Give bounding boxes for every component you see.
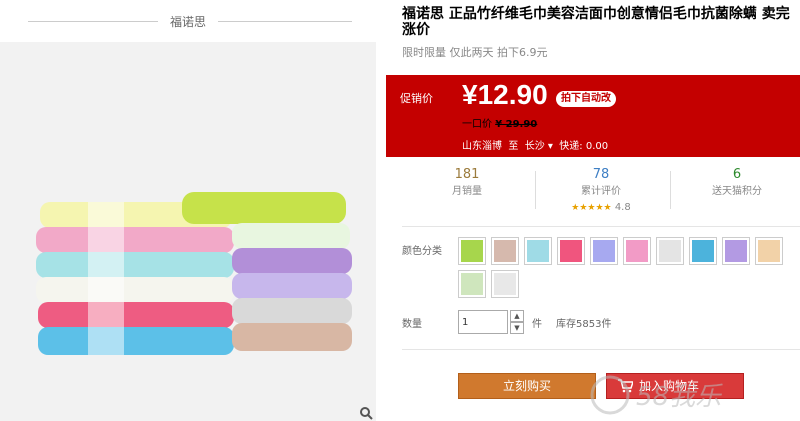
original-price: 一口价 ¥ 29.90 (462, 115, 537, 130)
swatch-color (527, 240, 549, 262)
star-icons: ★★★★★ (571, 203, 612, 213)
swatch-color (593, 240, 615, 262)
rating-value: 4.8 (614, 202, 631, 213)
swatch-color (725, 240, 747, 262)
divider (402, 226, 800, 227)
product-title: 福诺思 正品竹纤维毛巾美容洁面巾创意情侣毛巾抗菌除螨 卖完涨价 (402, 6, 790, 38)
color-swatch[interactable] (722, 237, 750, 265)
color-swatch[interactable] (491, 237, 519, 265)
original-price-label: 一口价 (462, 119, 492, 130)
swatch-color (626, 240, 648, 262)
product-photo[interactable] (0, 42, 376, 421)
stat-monthly-sales: 181 月销量 (402, 167, 532, 199)
ship-from: 山东淄博 (462, 141, 502, 152)
swatch-color (461, 240, 483, 262)
points-label: 送天猫积分 (712, 186, 762, 197)
color-swatch[interactable] (491, 270, 519, 298)
quantity-label: 数量 (402, 319, 422, 330)
promo-price-label: 促销价 (400, 92, 433, 105)
divider (28, 21, 158, 22)
divider (218, 21, 352, 22)
color-swatch[interactable] (458, 237, 486, 265)
reviews-label: 累计评价 (581, 186, 621, 197)
color-swatch[interactable] (590, 237, 618, 265)
swatch-color (560, 240, 582, 262)
color-swatch[interactable] (656, 237, 684, 265)
quantity-input[interactable] (458, 310, 508, 334)
color-swatch[interactable] (524, 237, 552, 265)
quantity-unit: 件 (532, 319, 542, 330)
zoom-icon[interactable] (359, 406, 373, 420)
quantity-increment-button[interactable]: ▲ (510, 310, 524, 322)
divider (402, 349, 800, 350)
stat-reviews[interactable]: 78 累计评价 ★★★★★ 4.8 (536, 167, 666, 215)
product-info-panel: 福诺思 正品竹纤维毛巾美容洁面巾创意情侣毛巾抗菌除螨 卖完涨价 限时限量 仅此两… (386, 0, 800, 421)
shipping-label: 快递: (559, 141, 583, 152)
swatch-color (758, 240, 780, 262)
shipping-fee: 0.00 (585, 141, 609, 152)
watermark-logo: 58我乐 (590, 375, 723, 415)
promo-box: 促销价 ¥12.90 拍下自动改 一口价 ¥ 29.90 山东淄博 至 长沙 ▾… (386, 75, 800, 157)
brand-name: 福诺思 (169, 15, 206, 29)
brand-header: 福诺思 (0, 0, 376, 42)
swatch-color (494, 240, 516, 262)
swatch-color (494, 273, 516, 295)
ship-to-word: 至 (508, 141, 519, 152)
monthly-sales-label: 月销量 (452, 186, 482, 197)
color-swatch[interactable] (623, 237, 651, 265)
color-swatch[interactable] (689, 237, 717, 265)
stat-points: 6 送天猫积分 (672, 167, 800, 199)
rating-row: ★★★★★ 4.8 (536, 201, 666, 215)
divider (670, 171, 671, 209)
price-badge: 拍下自动改 (556, 91, 616, 107)
monthly-sales-value: 181 (454, 167, 480, 182)
ship-to-select[interactable]: 长沙 ▾ (525, 141, 553, 152)
svg-text:58我乐: 58我乐 (636, 382, 723, 412)
chevron-down-icon: ▾ (547, 141, 553, 152)
reviews-value: 78 (592, 167, 610, 182)
points-value: 6 (732, 167, 742, 182)
stock-count: 库存5853件 (556, 319, 612, 330)
shipping-info: 山东淄博 至 长沙 ▾ 快递: 0.00 (462, 137, 608, 152)
swatch-color (461, 273, 483, 295)
color-swatch[interactable] (557, 237, 585, 265)
swatch-color (692, 240, 714, 262)
product-image-panel: 福诺思 (0, 0, 376, 421)
product-subtitle: 限时限量 仅此两天 拍下6.9元 (402, 46, 548, 59)
color-swatch[interactable] (458, 270, 486, 298)
buy-now-button[interactable]: 立刻购买 (458, 373, 596, 399)
promo-price: ¥12.90 (462, 79, 548, 110)
stats-bar: 181 月销量 78 累计评价 ★★★★★ 4.8 6 送天猫积分 (402, 167, 800, 217)
color-option-label: 颜色分类 (402, 246, 442, 257)
product-page: 福诺思 福诺思 正品竹纤维毛巾美容洁面巾创意情侣毛巾抗菌除螨 卖完涨价 限时限量… (0, 0, 800, 421)
swatch-color (659, 240, 681, 262)
quantity-decrement-button[interactable]: ▼ (510, 322, 524, 334)
original-price-value: ¥ 29.90 (495, 119, 538, 130)
color-swatch[interactable] (755, 237, 783, 265)
